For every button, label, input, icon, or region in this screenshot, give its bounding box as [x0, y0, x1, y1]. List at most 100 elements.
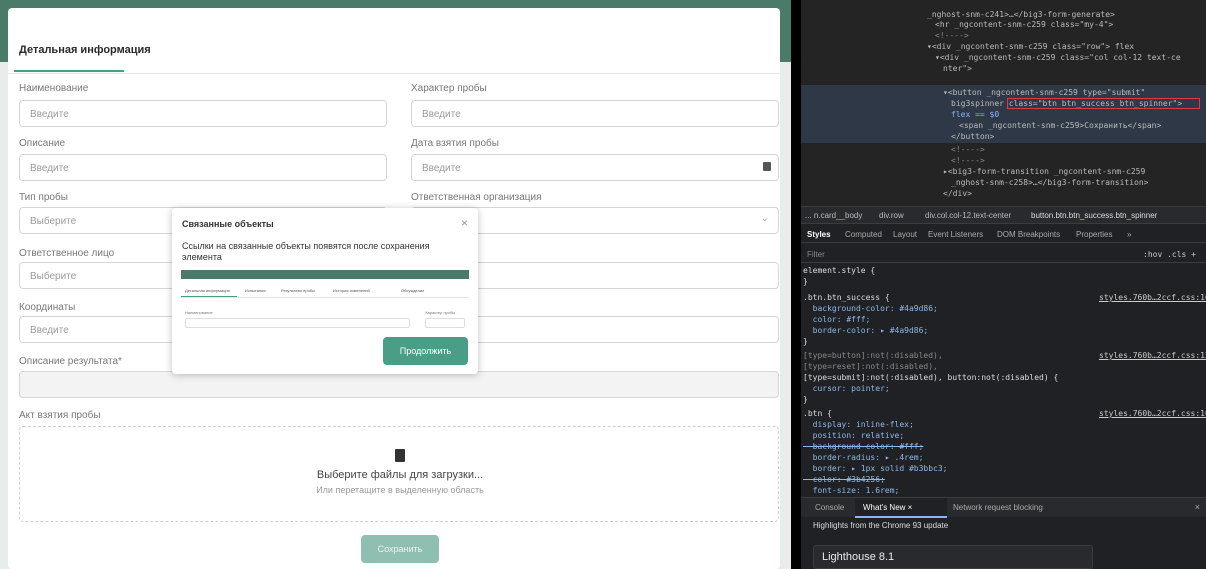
calendar-icon[interactable]: [763, 162, 771, 171]
dom-line[interactable]: flex == $0: [951, 110, 999, 119]
file-dropzone[interactable]: Выберите файлы для загрузки... Или перет…: [19, 426, 779, 522]
responsible-org-label: Ответственная организация: [411, 192, 542, 203]
name-input[interactable]: Введите: [19, 100, 387, 127]
style-line: position: relative;: [803, 431, 905, 440]
sample-date-input[interactable]: Введите: [411, 154, 779, 181]
style-line: color: #fff;: [803, 315, 871, 324]
dom-line[interactable]: </button>: [951, 132, 994, 141]
tab-properties[interactable]: Properties: [1076, 230, 1112, 239]
preview-input: [425, 318, 465, 328]
tab-layout[interactable]: Layout: [893, 230, 917, 239]
modal-preview-image: Детальная информация Испытания Результат…: [181, 270, 469, 342]
style-line: background-color: #4a9d86;: [803, 304, 938, 313]
save-button[interactable]: Сохранить: [361, 535, 439, 563]
style-line: border-radius: ▸ .4rem;: [803, 453, 924, 462]
style-line: [type=reset]:not(:disabled),: [803, 362, 938, 371]
style-source-link[interactable]: styles.760b…2ccf.css:16: [1099, 409, 1206, 418]
dom-line[interactable]: <!---->: [951, 145, 985, 154]
preview-tab: История изменений: [333, 288, 370, 293]
style-line: display: inline-flex;: [803, 420, 914, 429]
tab-console[interactable]: Console: [815, 503, 844, 512]
tab-event-listeners[interactable]: Event Listeners: [928, 230, 983, 239]
breadcrumb: ... n.card__body div.row div.col.col-12.…: [801, 206, 1206, 224]
tab-detail-info[interactable]: Детальная информация: [19, 44, 151, 56]
close-icon[interactable]: ×: [461, 216, 468, 230]
sample-date-field: Введите: [411, 154, 779, 181]
continue-button[interactable]: Продолжить: [383, 337, 468, 365]
modal-title: Связанные объекты: [182, 219, 274, 229]
related-objects-modal: Связанные объекты × Ссылки на связанные …: [172, 208, 478, 374]
elements-tree[interactable]: _nghost-snm-c241>…</big3-form-generate> …: [801, 0, 1206, 206]
style-source-link[interactable]: styles.760b…2ccf.css:16: [1099, 293, 1206, 302]
card-header: [8, 8, 780, 74]
dom-line[interactable]: ▸<big3-form-transition _ngcontent-snm-c2…: [943, 167, 1145, 176]
filter-tools[interactable]: :hov .cls +: [1143, 250, 1196, 259]
close-icon[interactable]: ×: [1195, 502, 1200, 512]
tab-network-request-blocking[interactable]: Network request blocking: [953, 503, 1043, 512]
style-line: }: [803, 395, 808, 404]
lighthouse-card[interactable]: Lighthouse 8.1: [813, 545, 1093, 569]
filter-input[interactable]: Filter: [807, 250, 825, 259]
app-window: Детальная информация Наименование Введит…: [0, 0, 1206, 569]
description-label: Описание: [19, 138, 66, 149]
form-page: Детальная информация Наименование Введит…: [0, 0, 791, 569]
style-line: }: [803, 337, 808, 346]
dom-line[interactable]: <hr _ngcontent-snm-c259 class="my-4">: [935, 20, 1113, 29]
style-line: cursor: pointer;: [803, 384, 890, 393]
dom-line[interactable]: _nghost-snm-c241>…</big3-form-generate>: [927, 10, 1115, 19]
devtools-panel: _nghost-snm-c241>…</big3-form-generate> …: [801, 0, 1206, 569]
tab-overflow[interactable]: »: [1127, 230, 1131, 239]
breadcrumb-item[interactable]: div.col.col-12.text-center: [925, 211, 1011, 220]
tab-computed[interactable]: Computed: [845, 230, 882, 239]
dom-line[interactable]: ▾<button _ngcontent-snm-c259 type="submi…: [943, 88, 1145, 97]
tab-dom-breakpoints[interactable]: DOM Breakpoints: [997, 230, 1060, 239]
dom-line[interactable]: nter">: [943, 64, 972, 73]
dom-line[interactable]: </div>: [943, 189, 972, 198]
breadcrumb-item[interactable]: ... n.card__body: [805, 211, 862, 220]
breadcrumb-item[interactable]: button.btn.btn_success.btn_spinner: [1031, 211, 1157, 220]
sample-act-label: Акт взятия пробы: [19, 410, 101, 421]
drawer-tabbar: Console What's New × Network request blo…: [801, 497, 1206, 518]
sample-type-label: Тип пробы: [19, 192, 68, 203]
highlight-box: [1007, 98, 1200, 109]
tab-whats-new[interactable]: What's New ×: [863, 503, 912, 512]
style-line: border: ▸ 1px solid #b3bbc3;: [803, 464, 948, 473]
style-line: [type=button]:not(:disabled),: [803, 351, 943, 360]
result-description-input[interactable]: [19, 371, 779, 398]
preview-divider: [181, 297, 469, 298]
preview-label: Наименование: [185, 310, 213, 315]
description-input[interactable]: Введите: [19, 154, 387, 181]
dropzone-hint: Или перетащите в выделенную область: [316, 485, 484, 495]
modal-message: Ссылки на связанные объекты появятся пос…: [182, 241, 430, 262]
lighthouse-title: Lighthouse 8.1: [822, 551, 895, 563]
dom-line[interactable]: ▾<div _ngcontent-snm-c259 class="col col…: [935, 53, 1181, 62]
dom-line[interactable]: <!---->: [935, 31, 969, 40]
preview-tab: Детальная информация: [185, 288, 230, 293]
style-line: .btn {: [803, 409, 832, 418]
style-source-link[interactable]: styles.760b…2ccf.css:12: [1099, 351, 1206, 360]
dom-line[interactable]: <span _ngcontent-snm-c259>Сохранить</spa…: [959, 121, 1161, 130]
styles-tabbar: Styles Computed Layout Event Listeners D…: [801, 225, 1206, 243]
breadcrumb-item[interactable]: div.row: [879, 211, 904, 220]
sample-nature-input[interactable]: Введите: [411, 100, 779, 127]
dom-line[interactable]: ▾<div _ngcontent-snm-c259 class="row"> f…: [927, 42, 1134, 51]
file-icon: [395, 449, 405, 462]
tab-styles[interactable]: Styles: [807, 230, 831, 239]
preview-header-bar: [181, 270, 469, 279]
responsible-person-label: Ответственное лицо: [19, 248, 115, 259]
style-line: element.style {: [803, 266, 876, 275]
coordinates-label: Координаты: [19, 302, 76, 313]
dom-line[interactable]: <!---->: [951, 156, 985, 165]
result-description-label: Описание результата*: [19, 356, 122, 367]
active-tab-underline: [14, 70, 124, 72]
style-line: background-color: #fff;: [803, 442, 924, 451]
dom-line[interactable]: _nghost-snm-c258>…</big3-form-transition…: [951, 178, 1148, 187]
style-line: font-size: 1.6rem;: [803, 486, 900, 495]
whats-new-heading: Highlights from the Chrome 93 update: [813, 521, 949, 530]
style-line: .btn.btn_success {: [803, 293, 890, 302]
preview-tab: Испытания: [245, 288, 266, 293]
style-line: }: [803, 277, 808, 286]
style-line: color: #3b4256;: [803, 475, 885, 484]
preview-label: Характер пробы: [425, 310, 456, 315]
styles-filter-bar: Filter :hov .cls +: [801, 245, 1206, 263]
